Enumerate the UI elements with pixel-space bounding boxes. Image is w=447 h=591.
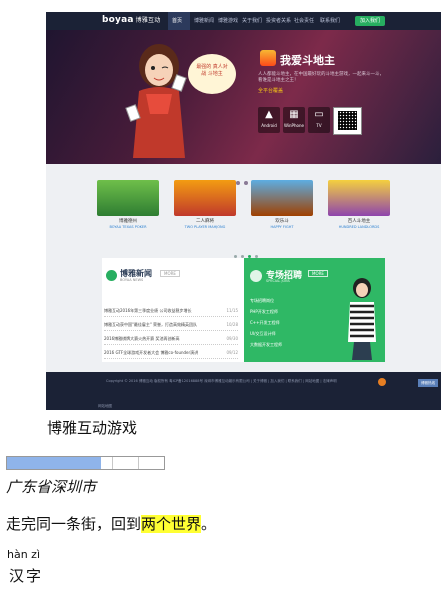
tv-download-button[interactable]: ▭ TV (308, 107, 330, 133)
game-thumbnail (97, 180, 159, 216)
game-en-name: HAPPY FIGHT (270, 225, 294, 229)
jobs-icon (250, 270, 262, 282)
news-date: 10/28 (226, 322, 238, 327)
logo-text: boyaa (102, 15, 134, 25)
site-footer: Copyright © 2016 博雅互动 版权所有 粤ICP备12016888… (46, 372, 441, 410)
game-thumbnail (328, 180, 390, 216)
footer-copyright: Copyright © 2016 博雅互动 版权所有 粤ICP备12016888… (106, 379, 337, 383)
news-date: 09/12 (226, 350, 238, 355)
game-en-name: BOYAA TEXAS POKER (109, 225, 147, 229)
game-app-icon (260, 50, 276, 66)
news-text: 2016博雅棋牌大赛火热开赛 奖池再创新高 (104, 336, 180, 341)
android-label: Android (261, 123, 277, 128)
progress-segment-divider (112, 457, 113, 469)
logo-cn-text: 博雅互动 (135, 17, 161, 24)
sentence-after: 。 (201, 515, 217, 533)
news-item[interactable]: 09/12 2016 GTF全球游戏开发者大会 博雅co-founder演讲 (104, 348, 238, 359)
nav-item-news[interactable]: 博雅新闻 (194, 17, 214, 24)
progress-segment-divider (138, 457, 139, 469)
progress-bar (6, 456, 165, 470)
job-item[interactable]: PHP开发工程师 (250, 309, 278, 315)
hanzi-text: 汉字 (9, 567, 44, 585)
nav-item-investors[interactable]: 投资者关系 (266, 17, 291, 24)
game-name: 欢乐斗 (275, 219, 289, 224)
game-en-name: HUNDRED LANDLORDS (338, 225, 380, 229)
qr-code (333, 107, 362, 135)
news-text: 2016 GTF全球游戏开发者大会 博雅co-founder演讲 (104, 350, 199, 355)
game-en-name: TWO PLAYER MAHJONG (184, 225, 226, 229)
news-item[interactable]: 10/28 博雅互动获中国"最佳雇主" 荣誉，打造高效精英团队 (104, 320, 238, 331)
news-date: 09/30 (226, 336, 238, 341)
game-card-texas[interactable]: 博雅德州 BOYAA TEXAS POKER (97, 180, 159, 229)
news-item[interactable]: 09/30 2016博雅棋牌大赛火热开赛 奖池再创新高 (104, 334, 238, 345)
job-item[interactable]: C++开发工程师 (250, 320, 280, 326)
badge-icon (378, 378, 386, 386)
game-thumbnail (174, 180, 236, 216)
join-us-button[interactable]: 加入我们 (355, 16, 385, 26)
speech-bubble: 最强的 真人对战 斗地主 (188, 54, 236, 94)
jobs-panel: 专场招聘 SPECIAL JOBS MORE 专场招聘岗位 PHP开发工程师 C… (244, 258, 385, 362)
pinyin-text: hàn zì (7, 548, 41, 561)
winphone-label: WinPhone (284, 123, 304, 128)
sentence: 走完同一条街，回到两个世界。 (6, 513, 216, 534)
nav-item-responsibility[interactable]: 社会责任 (294, 17, 314, 24)
image-caption: 博雅互动游戏 (47, 419, 138, 437)
footer-sitemap-link[interactable]: 网站地图 (98, 404, 112, 409)
job-item[interactable]: 大数据开发工程师 (250, 342, 282, 348)
footer-hotline-button[interactable]: 博雅热线 (418, 379, 438, 387)
tv-label: TV (316, 123, 322, 128)
jobs-character-illustration (348, 278, 376, 360)
site-logo[interactable]: boyaa 博雅互动 (102, 15, 160, 25)
job-item[interactable]: 专场招聘岗位 (250, 298, 274, 304)
slide-dot[interactable] (236, 181, 240, 185)
android-download-button[interactable]: ▲ Android (258, 107, 280, 133)
progress-fill (7, 457, 102, 469)
nav-item-contact[interactable]: 联系我们 (320, 17, 340, 24)
job-item[interactable]: UI/交互设计师 (250, 331, 275, 337)
sentence-before: 走完同一条街，回到 (6, 515, 142, 533)
game-name: 博雅德州 (119, 219, 137, 224)
hero-subtitle: 人人都能斗地主，在中国最好玩的斗地主游戏，一起来斗一斗，看谁是斗地主之王！ (258, 72, 384, 83)
hero-banner[interactable]: 最强的 真人对战 斗地主 我爱斗地主 人人都能斗地主，在中国最好玩的斗地主游戏，… (46, 30, 441, 185)
winphone-download-button[interactable]: ▦ WinPhone (283, 107, 305, 133)
hero-title: 我爱斗地主 (280, 54, 335, 67)
news-text: 博雅互动2016年第三季度业绩 公司收益稳步增长 (104, 308, 192, 313)
sentence-highlight: 两个世界 (141, 515, 202, 533)
news-panel: 博雅新闻 BOYAA NEWS MORE 11/15 博雅互动2016年第三季度业… (102, 258, 244, 362)
android-icon: ▲ (265, 109, 273, 120)
hero-platform-tag: 全平台覆盖 (258, 88, 284, 94)
nav-item-home[interactable]: 首页 (172, 17, 182, 24)
speech-bubble-text: 最强的 真人对战 斗地主 (196, 64, 228, 77)
game-name: 百人斗地主 (347, 219, 371, 224)
game-card-happy-fight[interactable]: 欢乐斗 HAPPY FIGHT (251, 180, 313, 229)
website-screenshot: boyaa 博雅互动 首页 博雅新闻 博雅游戏 关于我们 投资者关系 社会责任 联… (46, 12, 441, 410)
news-item[interactable]: 11/15 博雅互动2016年第三季度业绩 公司收益稳步增长 (104, 306, 238, 317)
site-top-nav: boyaa 博雅互动 首页 博雅新闻 博雅游戏 关于我们 投资者关系 社会责任 联… (46, 12, 441, 30)
jobs-en-title: SPECIAL JOBS (266, 279, 290, 283)
game-name: 二人麻将 (196, 219, 214, 224)
slide-dot[interactable] (244, 181, 248, 185)
news-more-button[interactable]: MORE (160, 270, 180, 277)
news-en-title: BOYAA NEWS (120, 278, 144, 282)
news-text: 博雅互动获中国"最佳雇主" 荣誉，打造高效精英团队 (104, 322, 197, 327)
game-card-mahjong[interactable]: 二人麻将 TWO PLAYER MAHJONG (174, 180, 236, 229)
news-date: 11/15 (226, 308, 238, 313)
hero-character-illustration (125, 44, 187, 158)
nav-item-games[interactable]: 博雅游戏 (218, 17, 238, 24)
jobs-more-button[interactable]: MORE (308, 270, 328, 277)
game-thumbnail (251, 180, 313, 216)
game-card-landlords[interactable]: 百人斗地主 HUNDRED LANDLORDS (328, 180, 390, 229)
nav-item-about[interactable]: 关于我们 (242, 17, 262, 24)
tv-icon: ▭ (314, 109, 324, 120)
rss-icon (106, 270, 117, 281)
location-text: 广东省深圳市 (6, 478, 97, 496)
windows-icon: ▦ (289, 109, 299, 120)
